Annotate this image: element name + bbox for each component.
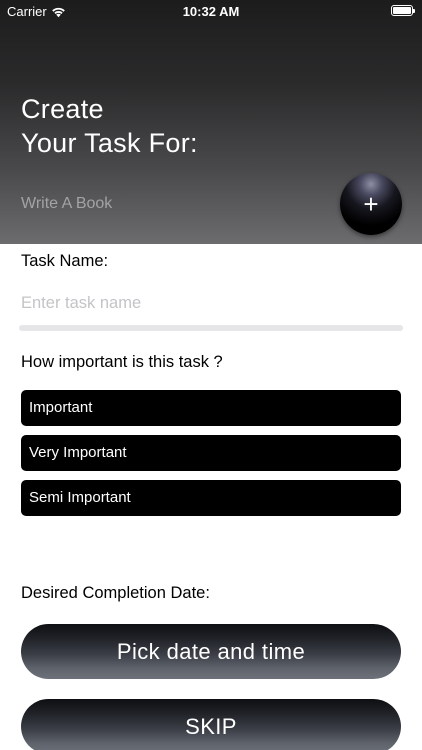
battery-icon	[391, 5, 415, 16]
header: Carrier 10:32 AM Create Your Task For: W…	[0, 0, 422, 244]
add-button[interactable]: +	[340, 173, 402, 235]
task-name-input[interactable]	[21, 290, 391, 316]
task-category-subtitle: Write A Book	[21, 195, 113, 212]
importance-option-semi-important[interactable]: Semi Important	[21, 480, 401, 516]
pick-date-button[interactable]: Pick date and time	[21, 624, 401, 679]
task-name-underline	[19, 325, 403, 331]
create-task-screen: Carrier 10:32 AM Create Your Task For: W…	[0, 0, 422, 750]
importance-option-important[interactable]: Important	[21, 390, 401, 426]
status-bar: Carrier 10:32 AM	[0, 0, 422, 22]
completion-date-label: Desired Completion Date:	[21, 584, 210, 602]
status-time: 10:32 AM	[182, 4, 240, 19]
task-name-label: Task Name:	[21, 252, 109, 270]
importance-label: How important is this task ?	[21, 353, 223, 371]
skip-button[interactable]: SKIP	[21, 699, 401, 750]
page-title: Create Your Task For:	[21, 94, 198, 158]
importance-option-very-important[interactable]: Very Important	[21, 435, 401, 471]
plus-icon: +	[363, 189, 379, 219]
